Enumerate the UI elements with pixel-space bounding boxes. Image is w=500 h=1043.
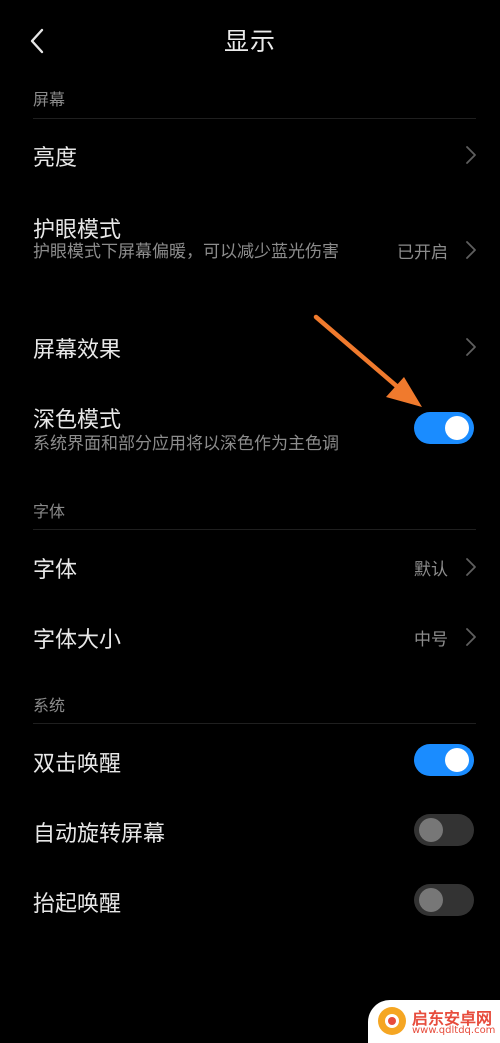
eye-care-status: 已开启 [397,243,448,263]
section-header-system: 系统 [33,696,66,715]
auto-rotate-toggle[interactable] [414,814,474,846]
row-title: 双击唤醒 [33,752,122,777]
toggle-knob [445,748,469,772]
row-title: 字体大小 [33,628,122,653]
row-title: 深色模式 [33,408,122,433]
row-title: 亮度 [33,146,78,171]
toggle-knob [445,416,469,440]
section-header-screen: 屏幕 [33,90,66,109]
row-font[interactable]: 字体 默认 [0,532,500,602]
row-font-size[interactable]: 字体大小 中号 [0,602,500,672]
toggle-knob [419,888,443,912]
chevron-right-icon [466,146,476,164]
section-header-font: 字体 [33,502,66,521]
row-title: 自动旋转屏幕 [33,822,166,847]
row-auto-rotate[interactable]: 自动旋转屏幕 [0,796,500,866]
row-title: 屏幕效果 [33,338,122,363]
row-subtitle: 护眼模式下屏幕偏暖，可以减少蓝光伤害 [33,242,339,262]
row-title: 字体 [33,558,78,583]
watermark: 启东安卓网 www.qdltdq.com [368,1000,500,1043]
font-value: 默认 [414,560,448,580]
row-title: 抬起唤醒 [33,892,122,917]
dark-mode-toggle[interactable] [414,412,474,444]
toggle-knob [419,818,443,842]
raise-to-wake-toggle[interactable] [414,884,474,916]
section-divider [33,118,476,119]
watermark-logo-icon [378,1007,406,1035]
row-dark-mode[interactable]: 深色模式 系统界面和部分应用将以深色作为主色调 [0,392,500,472]
row-eye-care[interactable]: 护眼模式 护眼模式下屏幕偏暖，可以减少蓝光伤害 已开启 [0,200,500,300]
section-divider [33,529,476,530]
chevron-right-icon [466,241,476,259]
chevron-right-icon [466,558,476,576]
page-title: 显示 [223,27,276,56]
watermark-url: www.qdltdq.com [412,1025,496,1036]
row-double-tap-wake[interactable]: 双击唤醒 [0,726,500,796]
row-screen-effect[interactable]: 屏幕效果 [0,312,500,382]
section-divider [33,723,476,724]
row-brightness[interactable]: 亮度 [0,120,500,190]
row-raise-to-wake[interactable]: 抬起唤醒 [0,866,500,936]
row-subtitle: 系统界面和部分应用将以深色作为主色调 [33,434,339,454]
chevron-right-icon [466,628,476,646]
double-tap-wake-toggle[interactable] [414,744,474,776]
app-header: 显示 [0,0,500,82]
font-size-value: 中号 [414,630,448,650]
chevron-right-icon [466,338,476,356]
